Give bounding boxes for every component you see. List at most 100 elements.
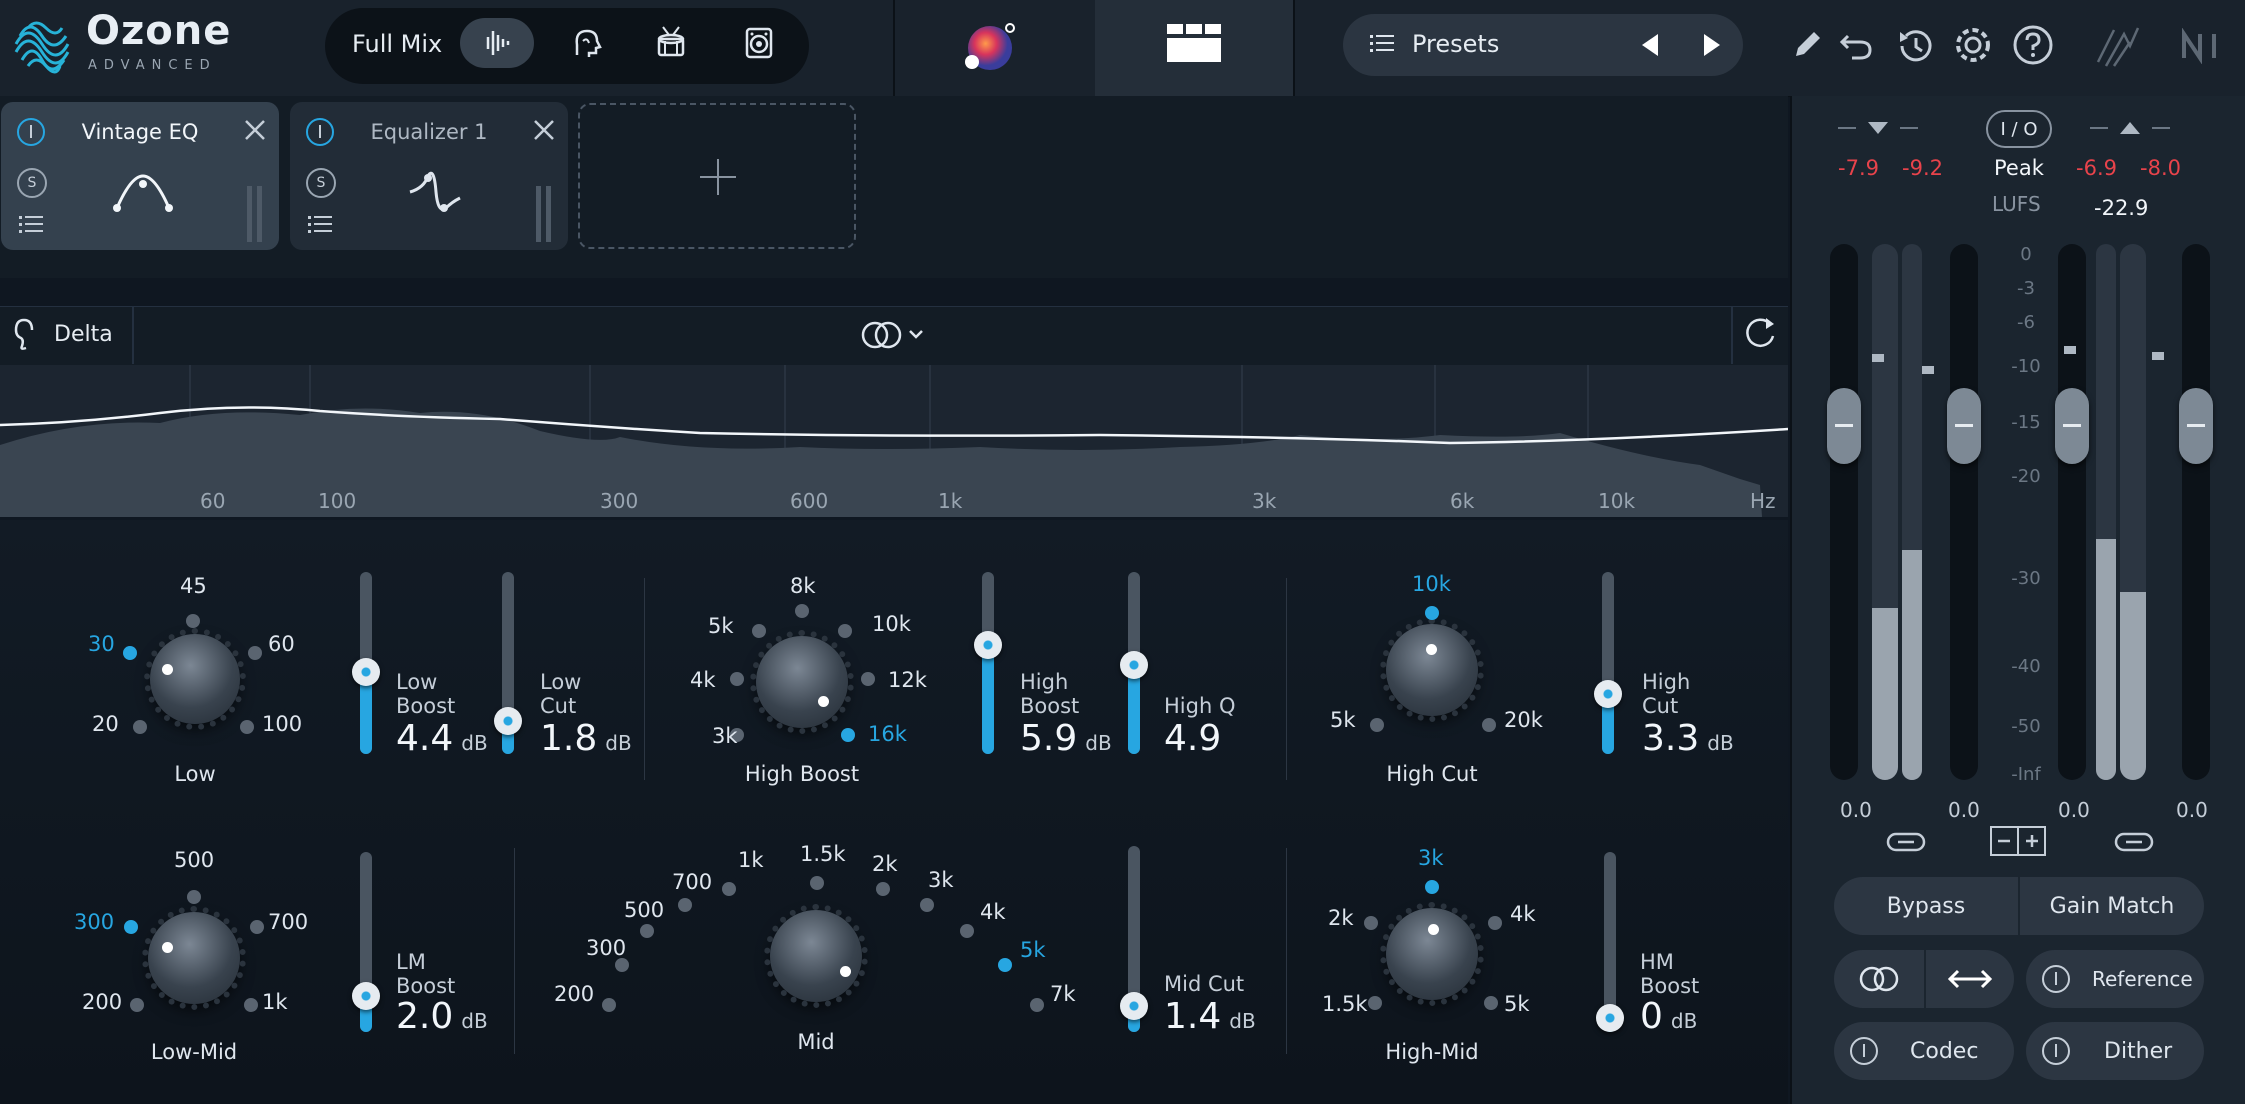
tick-label[interactable]: 3k bbox=[928, 868, 954, 892]
loop-icon[interactable] bbox=[1740, 314, 1780, 354]
gain-match-button[interactable]: Gain Match bbox=[2020, 877, 2204, 935]
tick-label[interactable]: 10k bbox=[872, 612, 911, 636]
module-menu-icon[interactable] bbox=[19, 214, 45, 236]
peak-label[interactable]: Peak bbox=[1994, 156, 2044, 180]
output-gain-track-right[interactable] bbox=[2182, 244, 2210, 780]
tick-label[interactable]: 700 bbox=[268, 910, 308, 934]
tick-label[interactable]: 200 bbox=[554, 982, 594, 1006]
solo-icon[interactable]: S bbox=[17, 168, 47, 198]
tick-label[interactable]: 16k bbox=[868, 722, 907, 746]
slider-handle[interactable] bbox=[352, 982, 380, 1010]
input-gain-handle-left[interactable] bbox=[1827, 388, 1861, 464]
output-gain-handle-right[interactable] bbox=[2179, 388, 2213, 464]
close-icon[interactable] bbox=[532, 118, 556, 142]
delta-label[interactable]: Delta bbox=[54, 322, 113, 347]
tick-label[interactable]: 100 bbox=[262, 712, 302, 736]
pencil-icon[interactable] bbox=[1790, 28, 1824, 62]
low-cut-slider[interactable] bbox=[494, 572, 522, 754]
input-gain-right[interactable]: 0.0 bbox=[1948, 798, 1980, 822]
slider-handle[interactable] bbox=[1120, 650, 1148, 679]
lufs-label[interactable]: LUFS bbox=[1992, 192, 2041, 216]
add-module-slot[interactable] bbox=[578, 103, 856, 249]
presets-bar[interactable] bbox=[1343, 14, 1743, 76]
master-assistant-icon[interactable] bbox=[960, 18, 1020, 78]
tick-label[interactable]: 20k bbox=[1504, 708, 1543, 732]
speaker-icon[interactable] bbox=[734, 18, 784, 68]
tick-label[interactable]: 30 bbox=[88, 632, 115, 656]
tick-label[interactable]: 300 bbox=[74, 910, 114, 934]
tick-label[interactable]: 3k bbox=[712, 724, 738, 748]
output-link-icon[interactable] bbox=[2114, 830, 2154, 854]
high-cut-knob[interactable] bbox=[1380, 618, 1484, 722]
tick-label[interactable]: 20 bbox=[92, 712, 119, 736]
tick-label[interactable]: 300 bbox=[586, 936, 626, 960]
input-gain-left[interactable]: 0.0 bbox=[1840, 798, 1872, 822]
slider-handle[interactable] bbox=[1594, 679, 1622, 708]
tick-label[interactable]: 2k bbox=[872, 852, 898, 876]
tick-label[interactable]: 10k bbox=[1412, 572, 1451, 596]
tick-label[interactable]: 4k bbox=[1510, 902, 1536, 926]
tick-label[interactable]: 1.5k bbox=[1322, 992, 1368, 1016]
native-instruments-logo-icon[interactable] bbox=[2180, 28, 2224, 64]
history-icon[interactable] bbox=[1894, 26, 1934, 66]
input-gain-handle-right[interactable] bbox=[1947, 388, 1981, 464]
output-gain-left[interactable]: 0.0 bbox=[2058, 798, 2090, 822]
presets-label[interactable]: Presets bbox=[1412, 30, 1499, 58]
tick-label[interactable]: 60 bbox=[268, 632, 295, 656]
close-icon[interactable] bbox=[243, 118, 267, 142]
slider-handle[interactable] bbox=[1596, 1004, 1624, 1032]
preset-next-icon[interactable] bbox=[1700, 32, 1722, 58]
tick-label[interactable]: 1k bbox=[738, 848, 764, 872]
solo-icon[interactable]: S bbox=[306, 168, 336, 198]
high-q-slider[interactable] bbox=[1120, 572, 1148, 754]
tick-label[interactable]: 45 bbox=[180, 574, 207, 598]
slider-handle[interactable] bbox=[352, 658, 380, 687]
input-gain-track-right[interactable] bbox=[1950, 244, 1978, 780]
spectrum-display[interactable]: 60 100 300 600 1k 3k 6k 10k Hz bbox=[0, 365, 1788, 517]
undo-icon[interactable] bbox=[1838, 28, 1876, 62]
tick-label[interactable]: 500 bbox=[624, 898, 664, 922]
high-boost-slider[interactable] bbox=[974, 572, 1002, 754]
mid-cut-slider[interactable] bbox=[1120, 846, 1148, 1032]
help-icon[interactable] bbox=[2012, 24, 2054, 66]
tick-label[interactable]: 4k bbox=[690, 668, 716, 692]
gear-icon[interactable] bbox=[1952, 24, 1994, 66]
low-boost-slider[interactable] bbox=[352, 572, 380, 754]
high-mid-knob[interactable] bbox=[1380, 902, 1484, 1006]
module-tile-vintage-eq[interactable]: Vintage EQ S bbox=[1, 102, 279, 250]
drum-icon[interactable] bbox=[646, 18, 696, 68]
gain-plus-minus-icon[interactable] bbox=[1990, 826, 2046, 856]
stereo-mode-icon[interactable] bbox=[860, 318, 932, 352]
module-tile-equalizer-1[interactable]: Equalizer 1 S bbox=[290, 102, 568, 250]
io-toggle[interactable]: I / O bbox=[1986, 110, 2052, 148]
stereo-button[interactable] bbox=[1834, 950, 1924, 1008]
tick-label[interactable]: 2k bbox=[1328, 906, 1354, 930]
high-boost-knob[interactable] bbox=[750, 630, 854, 734]
full-mix-label[interactable]: Full Mix bbox=[352, 30, 442, 58]
dither-button[interactable]: Dither bbox=[2026, 1022, 2204, 1080]
tick-label[interactable]: 4k bbox=[980, 900, 1006, 924]
izotope-logo-icon[interactable] bbox=[2094, 22, 2142, 70]
tick-label[interactable]: 8k bbox=[790, 574, 816, 598]
input-link-icon[interactable] bbox=[1886, 830, 1926, 854]
tick-label[interactable]: 700 bbox=[672, 870, 712, 894]
tick-label[interactable]: 5k bbox=[708, 614, 734, 638]
lm-boost-slider[interactable] bbox=[352, 852, 380, 1032]
codec-button[interactable]: Codec bbox=[1834, 1022, 2014, 1080]
tick-label[interactable]: 3k bbox=[1418, 846, 1444, 870]
input-gain-track-left[interactable] bbox=[1830, 244, 1858, 780]
tick-label[interactable]: 5k bbox=[1020, 938, 1046, 962]
module-chain-tab[interactable] bbox=[1095, 0, 1293, 96]
output-gain-right[interactable]: 0.0 bbox=[2176, 798, 2208, 822]
tick-label[interactable]: 200 bbox=[82, 990, 122, 1014]
low-mid-knob[interactable] bbox=[142, 906, 246, 1010]
swap-channels-button[interactable] bbox=[1926, 950, 2014, 1008]
mid-knob[interactable] bbox=[764, 904, 868, 1008]
module-menu-icon[interactable] bbox=[308, 214, 334, 236]
high-cut-slider[interactable] bbox=[1594, 572, 1622, 754]
tick-label[interactable]: 1k bbox=[262, 990, 288, 1014]
tick-label[interactable]: 12k bbox=[888, 668, 927, 692]
bypass-button[interactable]: Bypass bbox=[1834, 877, 2018, 935]
output-gain-track-left[interactable] bbox=[2058, 244, 2086, 780]
tick-label[interactable]: 1.5k bbox=[800, 842, 846, 866]
